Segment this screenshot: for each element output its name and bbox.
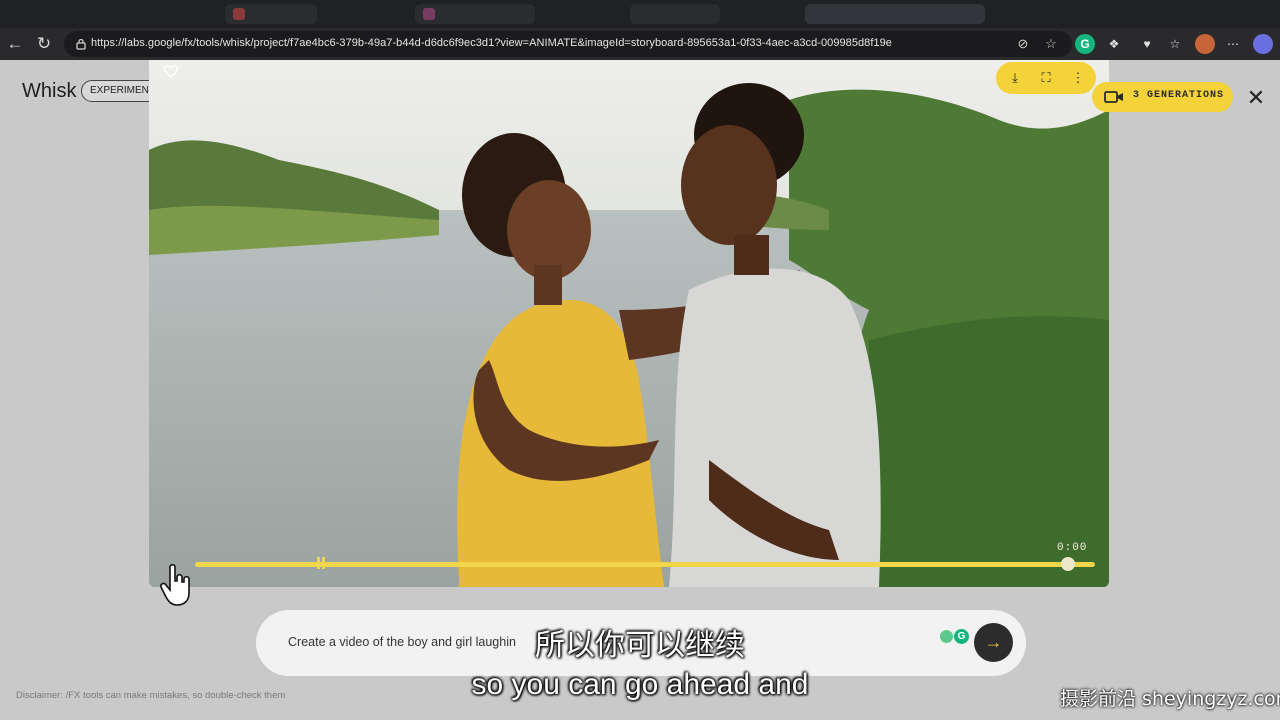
browser-tab[interactable] xyxy=(630,4,720,24)
browser-tab[interactable] xyxy=(415,4,535,24)
app-title: Whisk xyxy=(22,80,77,102)
url-text[interactable]: https://labs.google/fx/tools/whisk/proje… xyxy=(91,37,892,49)
profile-avatar[interactable] xyxy=(1195,34,1215,54)
copilot-icon[interactable] xyxy=(1253,34,1273,54)
address-bar[interactable]: https://labs.google/fx/tools/whisk/proje… xyxy=(64,31,1072,57)
video-actions-toolbar: ⤓ ⛶ ⋮ xyxy=(996,62,1096,94)
grammarly-extension-icon[interactable]: G xyxy=(1075,34,1095,54)
generations-button[interactable]: 3 GENERATIONS xyxy=(1092,82,1233,112)
video-preview[interactable] xyxy=(149,60,1109,587)
site-info-icon[interactable] xyxy=(74,37,88,51)
more-menu-icon[interactable]: ⋯ xyxy=(1223,34,1243,54)
download-icon[interactable]: ⤓ xyxy=(1005,68,1025,88)
video-frame-image xyxy=(149,60,1109,587)
video-progress-bar[interactable] xyxy=(195,557,1095,571)
reload-icon[interactable]: ↻ xyxy=(34,34,54,54)
fullscreen-icon[interactable]: ⛶ xyxy=(1036,68,1056,88)
more-options-icon[interactable]: ⋮ xyxy=(1068,68,1088,88)
favorites-icon[interactable]: ☆ xyxy=(1165,34,1185,54)
browser-toolbar: ← ↻ https://labs.google/fx/tools/whisk/p… xyxy=(0,28,1280,60)
tab-favicon-icon xyxy=(233,8,245,20)
browser-tab-active[interactable] xyxy=(805,4,985,24)
tab-favicon-icon xyxy=(423,8,435,20)
video-camera-icon xyxy=(1104,91,1123,103)
tracking-prevention-icon[interactable]: ⊘ xyxy=(1014,35,1032,53)
browser-tab-strip xyxy=(0,0,1280,28)
generations-label: 3 GENERATIONS xyxy=(1133,90,1225,101)
progress-knob[interactable] xyxy=(1061,557,1075,571)
hand-cursor-icon xyxy=(160,563,190,606)
favorite-heart-icon[interactable] xyxy=(162,62,180,80)
extensions-icon[interactable]: ❖ xyxy=(1104,34,1124,54)
close-icon[interactable]: ✕ xyxy=(1245,87,1267,109)
video-time: 0:00 xyxy=(1057,542,1088,554)
performance-icon[interactable]: ♥ xyxy=(1137,34,1157,54)
subtitle-chinese: 所以你可以继续 xyxy=(535,628,745,663)
browser-tab[interactable] xyxy=(225,4,317,24)
site-watermark: 摄影前沿 sheyingzyz.com xyxy=(1060,688,1280,710)
favorite-star-icon[interactable]: ☆ xyxy=(1042,35,1060,53)
back-icon[interactable]: ← xyxy=(5,34,25,54)
